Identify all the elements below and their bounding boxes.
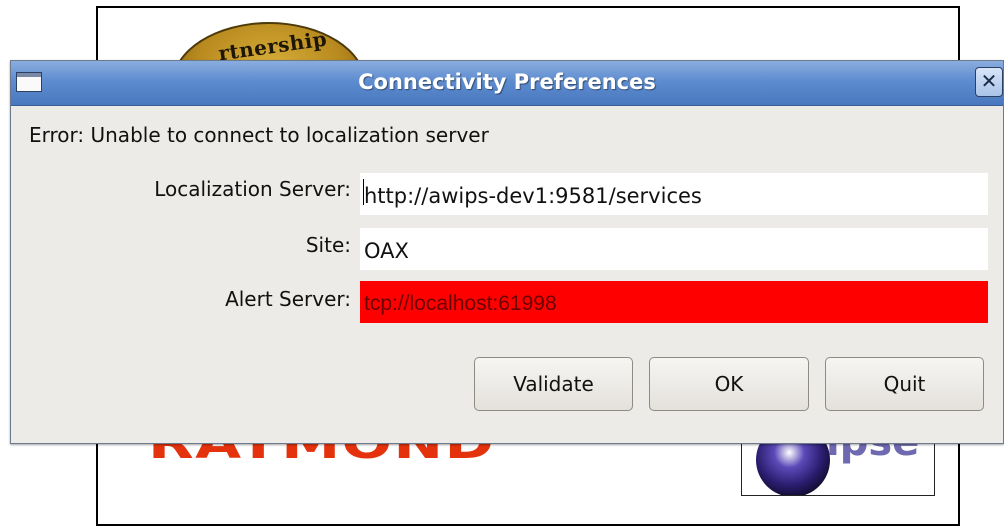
connectivity-preferences-dialog: Connectivity Preferences ✕ Error: Unable…: [10, 60, 1004, 444]
ok-button[interactable]: OK: [649, 357, 809, 411]
title-bar[interactable]: Connectivity Preferences ✕: [11, 61, 1003, 106]
dialog-title: Connectivity Preferences: [358, 70, 656, 94]
quit-button[interactable]: Quit: [825, 357, 984, 411]
localization-server-input[interactable]: [360, 173, 988, 215]
validate-button[interactable]: Validate: [474, 357, 633, 411]
alert-server-input[interactable]: [360, 281, 988, 323]
close-icon: ✕: [980, 69, 998, 93]
site-input[interactable]: [360, 228, 988, 270]
error-message: Error: Unable to connect to localization…: [29, 123, 489, 147]
text-caret: [363, 179, 364, 205]
site-label: Site:: [305, 233, 351, 257]
close-button[interactable]: ✕: [975, 67, 1003, 97]
alert-server-label: Alert Server:: [225, 287, 351, 311]
localization-server-label: Localization Server:: [154, 177, 351, 201]
